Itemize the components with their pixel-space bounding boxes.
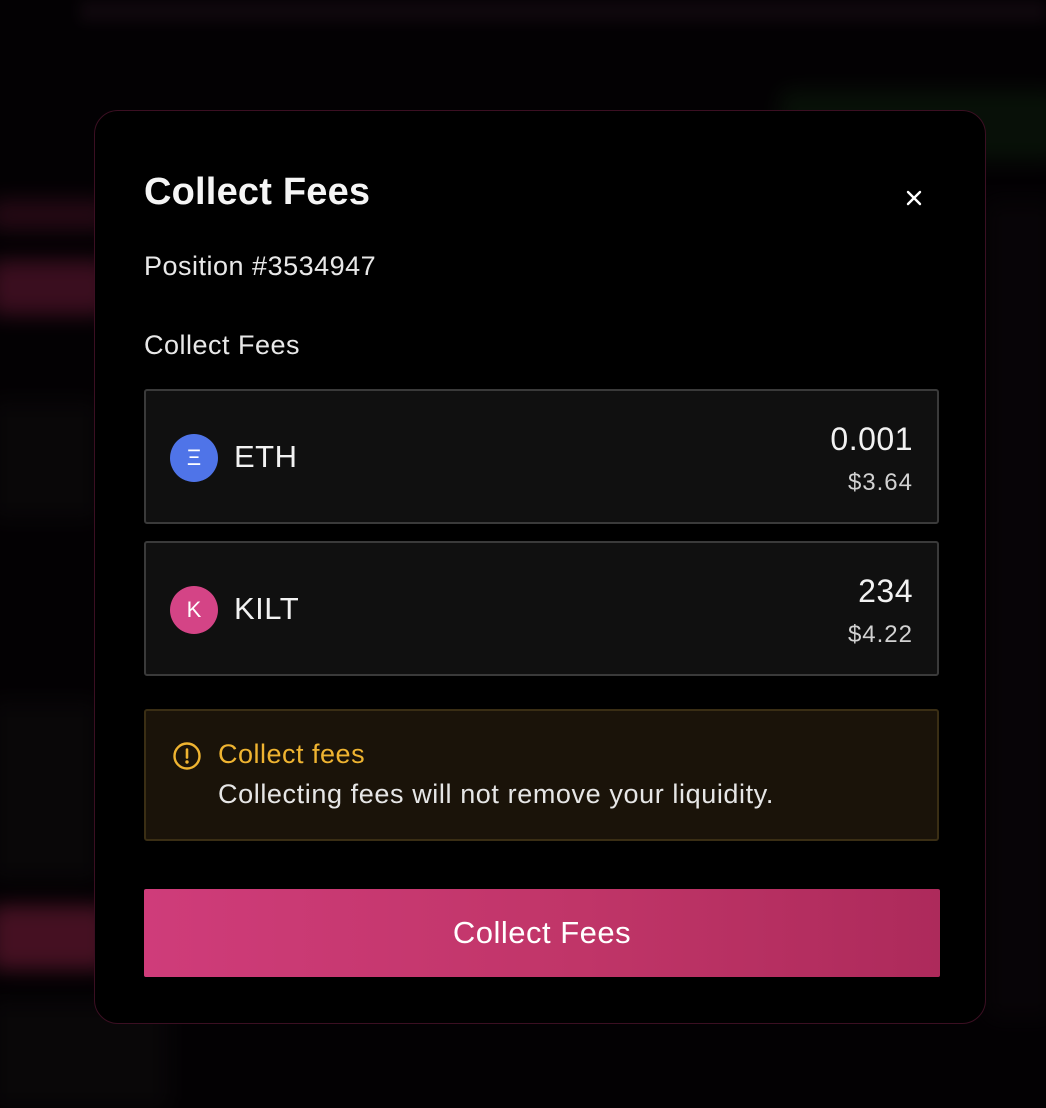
token-row-eth: Ξ ETH 0.001 $3.64 xyxy=(144,389,939,524)
section-label: Collect Fees xyxy=(144,330,301,360)
token-usd-value: $3.64 xyxy=(847,469,913,496)
token-amount: 0.001 xyxy=(830,421,913,457)
collect-fees-button[interactable]: Collect Fees xyxy=(144,889,940,977)
eth-token-icon: Ξ xyxy=(170,434,218,482)
position-label: Position #3534947 xyxy=(144,251,377,281)
info-notice: Collect fees Collecting fees will not re… xyxy=(144,709,939,841)
modal-title: Collect Fees xyxy=(144,171,371,213)
kilt-token-icon: K xyxy=(170,586,218,634)
notice-text: Collecting fees will not remove your liq… xyxy=(218,779,774,809)
token-row-kilt: K KILT 234 $4.22 xyxy=(144,541,939,676)
close-icon xyxy=(906,190,922,206)
notice-title: Collect fees xyxy=(218,739,366,769)
close-button[interactable] xyxy=(897,181,931,215)
token-amount: 234 xyxy=(858,573,913,609)
token-symbol: ETH xyxy=(234,439,298,474)
collect-fees-modal: Collect Fees Position #3534947 Collect F… xyxy=(94,110,986,1024)
token-usd-value: $4.22 xyxy=(847,621,913,648)
info-circle-icon xyxy=(173,742,201,770)
token-symbol: KILT xyxy=(234,591,300,626)
